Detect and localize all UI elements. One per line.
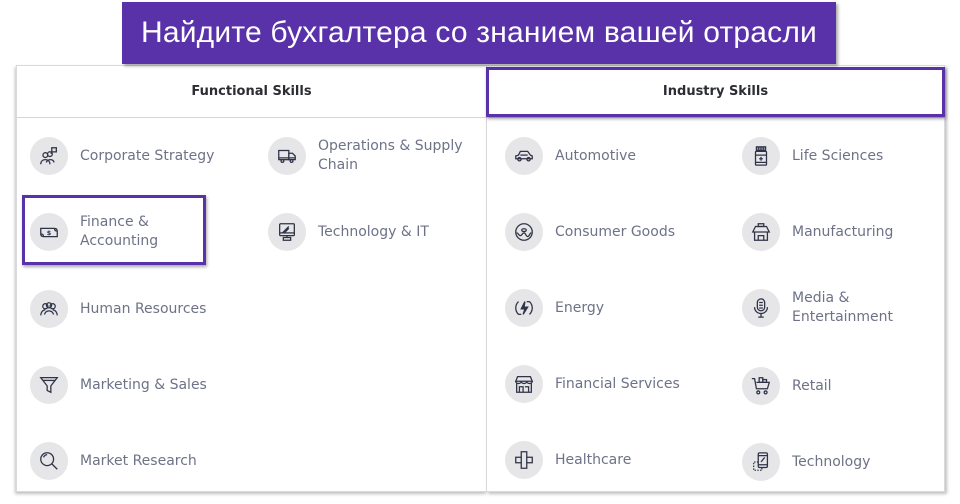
skill-label: Retail bbox=[792, 377, 832, 394]
skill-marketing-sales[interactable]: Marketing & Sales bbox=[30, 365, 250, 405]
skill-label: Manufacturing bbox=[792, 223, 894, 240]
functional-skills-panel: Functional Skills Corporate Strategy Ope… bbox=[16, 65, 487, 492]
skill-label: Corporate Strategy bbox=[80, 147, 215, 164]
skill-label: Operations & Supply Chain bbox=[318, 138, 463, 173]
svg-text:$: $ bbox=[47, 229, 52, 237]
skill-label: Financial Services bbox=[555, 375, 680, 392]
skill-technology-it[interactable]: Technology & IT bbox=[268, 212, 468, 252]
skill-market-research[interactable]: Market Research bbox=[30, 441, 250, 481]
industry-skills-panel: Industry Skills Automotive Life Sciences… bbox=[486, 65, 945, 492]
page-banner: Найдите бухгалтера со знанием вашей отра… bbox=[122, 2, 836, 64]
skill-label: Technology & IT bbox=[318, 223, 429, 240]
skill-financial-services[interactable]: Financial Services bbox=[505, 364, 725, 404]
people-icon bbox=[30, 290, 68, 328]
skill-label: Automotive bbox=[555, 147, 636, 164]
skill-consumer-goods[interactable]: Consumer Goods bbox=[505, 212, 725, 252]
banner-title: Найдите бухгалтера со знанием вашей отра… bbox=[140, 16, 818, 49]
skill-label: Healthcare bbox=[555, 451, 632, 468]
donut-icon bbox=[505, 213, 543, 251]
functional-skills-header[interactable]: Functional Skills bbox=[17, 66, 486, 118]
skill-label: Finance & Accounting bbox=[80, 214, 159, 249]
skill-label: Energy bbox=[555, 299, 605, 316]
skill-media-entertainment[interactable]: Media & Entertainment bbox=[742, 288, 932, 328]
skill-energy[interactable]: Energy bbox=[505, 288, 705, 328]
magnifier-icon bbox=[30, 442, 68, 480]
money-icon: $ bbox=[30, 213, 68, 251]
skill-finance-accounting[interactable]: $ Finance & Accounting bbox=[30, 212, 210, 252]
energy-cycle-icon bbox=[505, 289, 543, 327]
skill-label: Marketing & Sales bbox=[80, 376, 207, 393]
skill-retail[interactable]: Retail bbox=[742, 366, 932, 406]
monitor-icon bbox=[268, 213, 306, 251]
functional-skills-title: Functional Skills bbox=[191, 84, 312, 99]
skill-label: Market Research bbox=[80, 452, 197, 469]
skill-manufacturing[interactable]: Manufacturing bbox=[742, 212, 932, 252]
skill-healthcare[interactable]: Healthcare bbox=[505, 440, 705, 480]
skill-label: Technology bbox=[792, 453, 871, 470]
team-strategy-icon bbox=[30, 137, 68, 175]
bank-storefront-icon bbox=[505, 365, 543, 403]
skill-label: Consumer Goods bbox=[555, 223, 675, 240]
skill-label: Media & Entertainment bbox=[792, 290, 894, 325]
medicine-bottle-icon bbox=[742, 137, 780, 175]
medical-cross-icon bbox=[505, 441, 543, 479]
microphone-icon bbox=[742, 289, 780, 327]
skill-label: Life Sciences bbox=[792, 147, 884, 164]
skill-technology[interactable]: Technology bbox=[742, 442, 932, 482]
industry-skills-header[interactable]: Industry Skills bbox=[487, 66, 944, 118]
skill-human-resources[interactable]: Human Resources bbox=[30, 289, 250, 329]
factory-box-icon bbox=[742, 213, 780, 251]
car-icon bbox=[505, 137, 543, 175]
skill-corporate-strategy[interactable]: Corporate Strategy bbox=[30, 136, 250, 176]
skill-operations-supply-chain[interactable]: Operations & Supply Chain bbox=[268, 136, 478, 176]
funnel-icon bbox=[30, 366, 68, 404]
skill-label: Human Resources bbox=[80, 300, 207, 317]
truck-icon bbox=[268, 137, 306, 175]
skill-life-sciences[interactable]: Life Sciences bbox=[742, 136, 932, 176]
skill-automotive[interactable]: Automotive bbox=[505, 136, 705, 176]
mobile-device-icon bbox=[742, 443, 780, 481]
industry-skills-title: Industry Skills bbox=[662, 84, 769, 99]
shopping-cart-icon bbox=[742, 367, 780, 405]
